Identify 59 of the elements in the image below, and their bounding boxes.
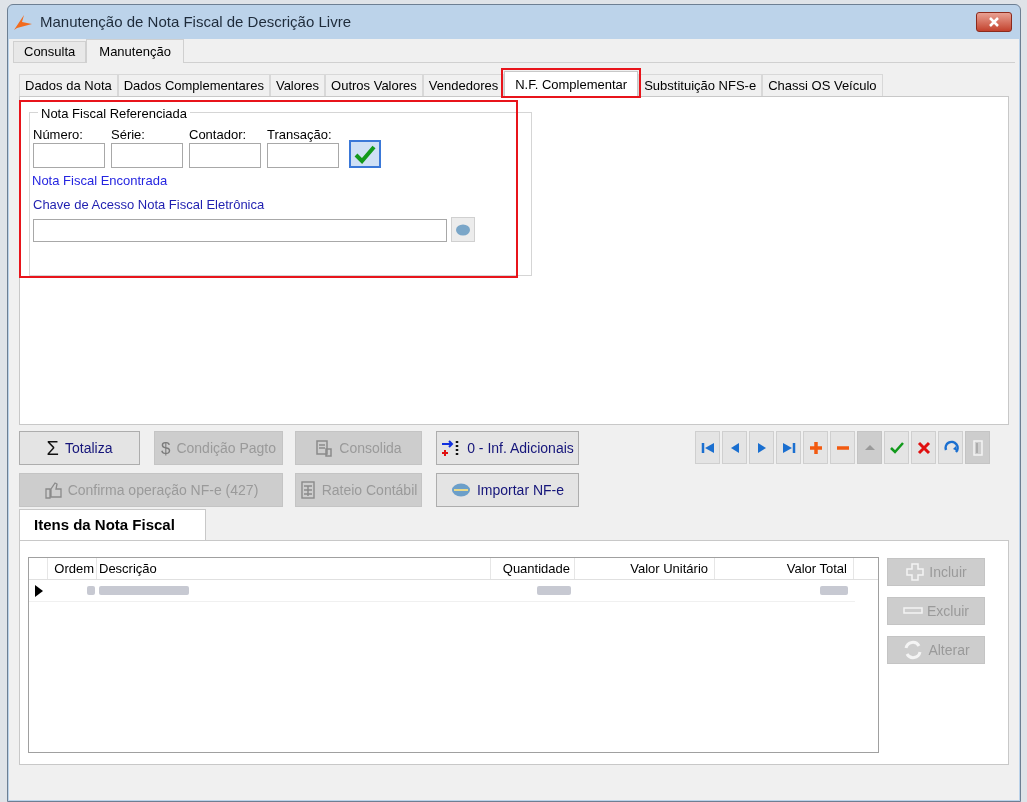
column-header[interactable]: Ordem: [48, 558, 97, 579]
action-button[interactable]: Σ Totaliza: [19, 431, 140, 465]
input-field[interactable]: [111, 143, 183, 168]
column-header[interactable]: Valor Total: [715, 558, 854, 579]
tab[interactable]: Valores: [269, 74, 326, 96]
blurred-text: [87, 586, 95, 595]
up-triangle-icon: [864, 445, 875, 450]
confirm-button[interactable]: [349, 140, 381, 168]
tab[interactable]: Vendedores: [422, 74, 505, 96]
input-field[interactable]: [189, 143, 261, 168]
minus-icon: [903, 607, 923, 615]
navigator-button[interactable]: [776, 431, 801, 464]
input-field[interactable]: [33, 143, 105, 168]
tab[interactable]: Dados da Nota: [19, 74, 118, 96]
plus-icon: [807, 439, 824, 456]
field-label: Número:: [33, 127, 84, 143]
lookup-button[interactable]: [451, 217, 475, 242]
navigator-button[interactable]: [749, 431, 774, 464]
field-label: Contador:: [189, 127, 248, 143]
column-header[interactable]: Quantidade: [491, 558, 575, 579]
blurred-text: [820, 586, 848, 595]
navigator-button[interactable]: [911, 431, 936, 464]
navigator-button[interactable]: [803, 431, 828, 464]
tab[interactable]: Outros Valores: [325, 74, 423, 96]
input-field[interactable]: [33, 219, 447, 242]
input-field[interactable]: [267, 143, 339, 168]
thumbs-up-icon: [43, 481, 62, 499]
tab[interactable]: Consulta: [13, 41, 87, 62]
plus-icon: [905, 562, 926, 582]
field-label: Chave de Acesso Nota Fiscal Eletrônica: [33, 196, 265, 214]
tab[interactable]: Dados Complementares: [117, 74, 270, 96]
window-title: Manutenção de Nota Fiscal de Descrição Livre: [40, 11, 351, 32]
column-header[interactable]: Valor Unitário: [575, 558, 715, 579]
tab[interactable]: Itens da Nota Fiscal: [19, 509, 206, 540]
sigma-icon: Σ: [46, 438, 59, 458]
column-header[interactable]: Descrição: [97, 558, 491, 579]
close-icon: [988, 17, 1000, 27]
blurred-text: [537, 586, 571, 595]
close-icon: [915, 439, 932, 456]
spreadsheet-icon: [299, 481, 316, 499]
navigator-button[interactable]: [830, 431, 855, 464]
navigator-button[interactable]: [938, 431, 963, 464]
tab[interactable]: N.F. Complementar: [504, 71, 639, 97]
tab[interactable]: Substituição NFS-e: [638, 74, 763, 96]
minus-icon: [836, 445, 849, 450]
check-icon: [354, 144, 376, 164]
navigator-button[interactable]: [884, 431, 909, 464]
field-label: Transação:: [267, 127, 333, 143]
action-button[interactable]: Importar NF-e: [436, 473, 579, 507]
status-text: Nota Fiscal Encontrada: [32, 172, 168, 190]
document-icon: [315, 439, 334, 457]
tab[interactable]: Manutenção: [86, 39, 184, 63]
tab[interactable]: Chassi OS Veículo: [762, 74, 883, 96]
navigator-button[interactable]: [695, 431, 720, 464]
close-button[interactable]: [976, 12, 1012, 32]
action-button[interactable]: 0 - Inf. Adicionais: [436, 431, 579, 465]
field-label: Série:: [111, 127, 146, 143]
navigator-button[interactable]: [722, 431, 747, 464]
dollar-icon: $: [160, 439, 171, 457]
